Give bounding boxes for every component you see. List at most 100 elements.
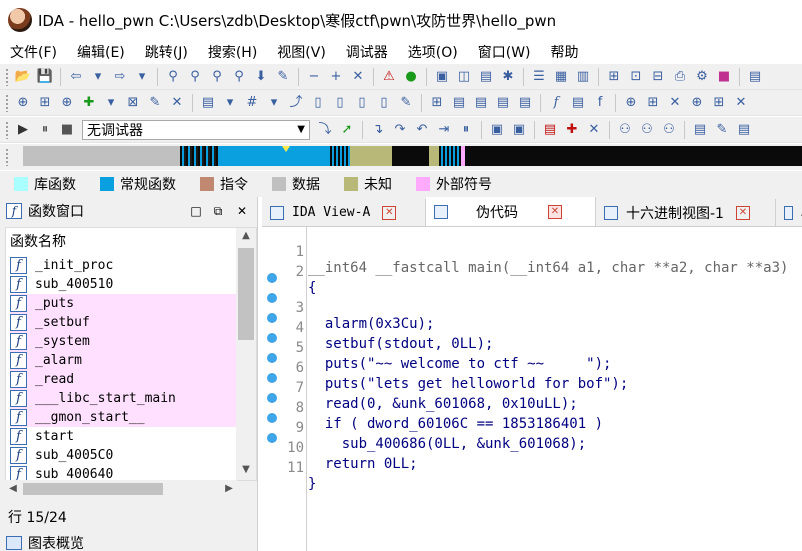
code-line[interactable]: 10 return 0LL; <box>262 408 802 472</box>
pause-icon[interactable]: ⏸ <box>35 120 55 140</box>
code-line[interactable]: 6 puts("lets get helloworld for bof"); <box>262 328 802 392</box>
tree-icon[interactable]: ▦ <box>551 67 571 87</box>
call-graph-icon[interactable]: ⊟ <box>648 67 668 87</box>
menu-windows[interactable]: 窗口(W) <box>468 42 541 62</box>
modules-icon[interactable]: ▣ <box>509 120 529 140</box>
breakpoint-dot-icon[interactable] <box>267 373 277 383</box>
function-list-horizontal-scrollbar[interactable]: ◀ ▶ <box>5 480 237 498</box>
flowchart-icon[interactable]: ⊡ <box>626 67 646 87</box>
toolbar-grip[interactable] <box>5 120 9 139</box>
remove-watch-icon[interactable]: ⚇ <box>659 120 679 140</box>
add-green-icon[interactable]: ✚ <box>79 93 99 113</box>
remove-comment-icon[interactable]: ✕ <box>731 93 751 113</box>
search-binary-icon[interactable]: ⚲ <box>163 67 183 87</box>
open-icon[interactable]: 📂 <box>13 67 33 87</box>
list-icon[interactable]: ☰ <box>529 67 549 87</box>
function-row[interactable]: f _alarm <box>10 351 238 370</box>
function-row[interactable]: f sub_4005C0 <box>10 446 238 465</box>
segments-icon[interactable]: ▤ <box>449 93 469 113</box>
code-line[interactable]: 3 alarm(0x3Cu); <box>262 268 802 332</box>
function-list-vertical-scrollbar[interactable]: ▲ ▼ <box>236 228 256 480</box>
menu-file[interactable]: 文件(F) <box>0 42 67 62</box>
function-list[interactable]: 函数名称 f _init_proc f sub_400510 f _puts f _se… <box>5 227 257 481</box>
toolbar-grip[interactable] <box>5 67 9 86</box>
dropdown-icon[interactable]: ▾ <box>264 93 284 113</box>
code-line[interactable]: 2 { <box>262 248 802 296</box>
rename-icon[interactable]: ✎ <box>396 93 416 113</box>
search-text-icon[interactable]: ⚲ <box>185 67 205 87</box>
run-until-return-icon[interactable]: ⇥ <box>434 120 454 140</box>
more-icon[interactable]: ▤ <box>745 67 765 87</box>
breakpoint-dot-icon[interactable] <box>267 333 277 343</box>
menu-debugger[interactable]: 调试器 <box>336 42 398 62</box>
create-struct-icon[interactable]: ⊠ <box>123 93 143 113</box>
code-line[interactable]: 7 read(0, &unk_601068, 0x10uLL); <box>262 348 802 412</box>
code-icon[interactable]: ▤ <box>198 93 218 113</box>
step-into-icon[interactable]: ↴ <box>368 120 388 140</box>
menu-view[interactable]: 视图(V) <box>267 42 336 62</box>
function-row[interactable]: f start <box>10 427 238 446</box>
undefine-icon[interactable]: ▯ <box>374 93 394 113</box>
function-list-icon[interactable]: ▤ <box>568 93 588 113</box>
menu-options[interactable]: 选项(O) <box>398 42 468 62</box>
imports-icon[interactable]: ▤ <box>493 93 513 113</box>
add-comment-icon[interactable]: ⊕ <box>687 93 707 113</box>
breakpoint-dot-icon[interactable] <box>267 433 277 443</box>
add-function-icon[interactable]: ⊕ <box>13 93 33 113</box>
green-status-icon[interactable]: ● <box>401 67 421 87</box>
tab-pseudocode[interactable]: 伪代码 ✕ <box>426 197 596 226</box>
close-cross-icon[interactable]: ✕ <box>348 67 368 87</box>
number-format-icon[interactable]: # <box>242 93 262 113</box>
print-icon[interactable]: ⎙ <box>670 67 690 87</box>
function-call-icon[interactable]: f <box>590 93 610 113</box>
stop-icon[interactable]: ■ <box>57 120 77 140</box>
scrollbar-thumb[interactable] <box>23 483 163 495</box>
debugger-select[interactable]: 无调试器 ▼ <box>82 119 310 140</box>
step-out-icon[interactable]: ↶ <box>412 120 432 140</box>
save-icon[interactable]: 💾 <box>35 67 55 87</box>
tab-hex-view-1[interactable]: 十六进制视图-1 ✕ <box>596 199 776 226</box>
minimize-icon[interactable]: □ <box>188 203 204 219</box>
dropdown-icon[interactable]: ▾ <box>88 67 108 87</box>
function-row[interactable]: f sub_400640 <box>10 465 238 480</box>
breakpoint-dot-icon[interactable] <box>267 353 277 363</box>
edit-function-icon[interactable]: ⊞ <box>35 93 55 113</box>
dropdown-icon[interactable]: ▾ <box>101 93 121 113</box>
add-segment-icon[interactable]: ⊕ <box>57 93 77 113</box>
attach-icon[interactable]: ⤵ <box>315 120 335 140</box>
offset-icon[interactable]: ⤴ <box>286 93 306 113</box>
menu-help[interactable]: 帮助 <box>541 42 589 62</box>
collapse-icon[interactable]: − <box>304 67 324 87</box>
edit-xref-icon[interactable]: ⊞ <box>643 93 663 113</box>
menu-search[interactable]: 搜索(H) <box>198 42 267 62</box>
play-icon[interactable]: ▶ <box>13 120 33 140</box>
log-icon[interactable]: ✎ <box>712 120 732 140</box>
edit-struct-icon[interactable]: ✎ <box>145 93 165 113</box>
output-window-icon[interactable]: ▤ <box>690 120 710 140</box>
close-icon[interactable]: ✕ <box>382 205 397 220</box>
expand-icon[interactable]: + <box>326 67 346 87</box>
add-xref-icon[interactable]: ⊕ <box>621 93 641 113</box>
calc-icon[interactable]: ⊞ <box>427 93 447 113</box>
scroll-down-icon[interactable]: ▼ <box>236 462 256 478</box>
function-row[interactable]: f _puts <box>10 294 238 313</box>
float-window-icon[interactable]: ⧉ <box>210 203 226 219</box>
toolbar-grip[interactable] <box>5 93 9 112</box>
tab-more[interactable]: A <box>776 199 802 226</box>
search-immediate-icon[interactable]: ⚲ <box>229 67 249 87</box>
run-to-cursor-icon[interactable]: ➚ <box>337 120 357 140</box>
mark-position-icon[interactable]: ✎ <box>273 67 293 87</box>
tracing-icon[interactable]: ▤ <box>734 120 754 140</box>
bug-icon[interactable]: ✱ <box>498 67 518 87</box>
search-next-icon[interactable]: ⚲ <box>207 67 227 87</box>
forward-icon[interactable]: ⇨ <box>110 67 130 87</box>
delete-icon[interactable]: ✕ <box>167 93 187 113</box>
threads-icon[interactable]: ▣ <box>487 120 507 140</box>
scrollbar-thumb[interactable] <box>238 248 254 340</box>
color-palette-icon[interactable]: ■ <box>714 67 734 87</box>
back-icon[interactable]: ⇦ <box>66 67 86 87</box>
dropdown-icon[interactable]: ▾ <box>132 67 152 87</box>
function-row[interactable]: f _read <box>10 370 238 389</box>
dropdown-icon[interactable]: ▾ <box>220 93 240 113</box>
add-watch-icon[interactable]: ⚇ <box>637 120 657 140</box>
